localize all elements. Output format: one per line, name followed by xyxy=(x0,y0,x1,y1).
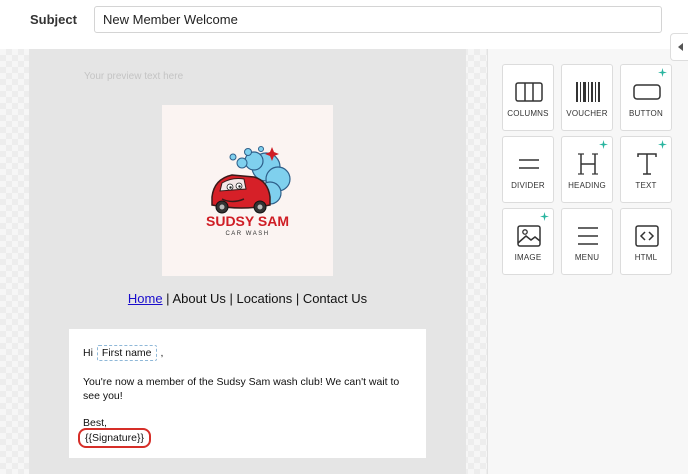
barcode-icon xyxy=(576,82,600,102)
block-label: VOUCHER xyxy=(566,109,608,118)
collapse-panel-icon[interactable] xyxy=(670,33,688,61)
sudsy-sam-logo-icon: SUDSY SAM CAR WASH xyxy=(206,146,291,237)
text-icon xyxy=(637,153,657,175)
greeting-text: Hi xyxy=(83,347,93,359)
brand-sub-text: CAR WASH xyxy=(225,231,269,237)
button-icon xyxy=(633,84,661,100)
html-code-icon xyxy=(635,225,659,247)
content-blocks-panel: COLUMNS VOUCHER BUTTON DIVIDER HEADING T… xyxy=(487,33,688,474)
logo-image[interactable]: SUDSY SAM CAR WASH xyxy=(162,105,333,276)
nav-menu: Home | About Us | Locations | Contact Us xyxy=(29,291,466,306)
brand-name-text: SUDSY SAM xyxy=(206,213,289,229)
email-canvas: Your preview text here SUDSY SAM CAR WAS… xyxy=(0,49,487,474)
block-html[interactable]: HTML xyxy=(620,208,672,275)
columns-icon xyxy=(515,82,543,102)
block-columns[interactable]: COLUMNS xyxy=(502,64,554,131)
preview-text[interactable]: Your preview text here xyxy=(84,71,183,82)
ai-sparkle-icon xyxy=(658,140,667,149)
block-label: MENU xyxy=(574,253,600,262)
block-voucher[interactable]: VOUCHER xyxy=(561,64,613,131)
subject-row: Subject xyxy=(0,0,688,40)
heading-icon xyxy=(578,153,598,175)
first-name-merge-tag[interactable]: First name xyxy=(96,345,157,361)
block-text[interactable]: TEXT xyxy=(620,136,672,203)
nav-link-contact[interactable]: Contact Us xyxy=(303,291,367,306)
nav-separator: | xyxy=(292,291,303,306)
block-heading[interactable]: HEADING xyxy=(561,136,613,203)
block-label: HTML xyxy=(634,253,658,262)
menu-icon xyxy=(578,227,598,245)
text-content-block[interactable]: Hi First name , You're now a member of t… xyxy=(69,329,426,458)
block-label: BUTTON xyxy=(629,109,663,118)
nav-separator: | xyxy=(225,291,237,306)
block-label: COLUMNS xyxy=(507,109,549,118)
divider-icon xyxy=(519,159,539,169)
nav-link-home[interactable]: Home xyxy=(128,291,163,306)
block-image[interactable]: IMAGE xyxy=(502,208,554,275)
greeting-line: Hi First name , xyxy=(83,345,163,361)
subject-input[interactable] xyxy=(94,6,662,33)
email-body[interactable]: Your preview text here SUDSY SAM CAR WAS… xyxy=(29,49,466,474)
block-label: TEXT xyxy=(635,181,657,190)
signature-merge-tag[interactable]: {{Signature}} xyxy=(78,428,151,448)
image-icon xyxy=(517,225,541,247)
ai-sparkle-icon xyxy=(599,140,608,149)
nav-link-about[interactable]: About Us xyxy=(172,291,225,306)
nav-separator: | xyxy=(162,291,173,306)
block-label: DIVIDER xyxy=(511,181,545,190)
ai-sparkle-icon xyxy=(658,68,667,77)
block-divider[interactable]: DIVIDER xyxy=(502,136,554,203)
ai-sparkle-icon xyxy=(540,212,549,221)
block-label: IMAGE xyxy=(514,253,542,262)
subject-label: Subject xyxy=(30,12,77,27)
block-menu[interactable]: MENU xyxy=(561,208,613,275)
block-label: HEADING xyxy=(568,181,606,190)
block-button[interactable]: BUTTON xyxy=(620,64,672,131)
message-paragraph: You're now a member of the Sudsy Sam was… xyxy=(83,376,400,402)
nav-link-locations[interactable]: Locations xyxy=(237,291,293,306)
greeting-comma: , xyxy=(160,347,164,359)
